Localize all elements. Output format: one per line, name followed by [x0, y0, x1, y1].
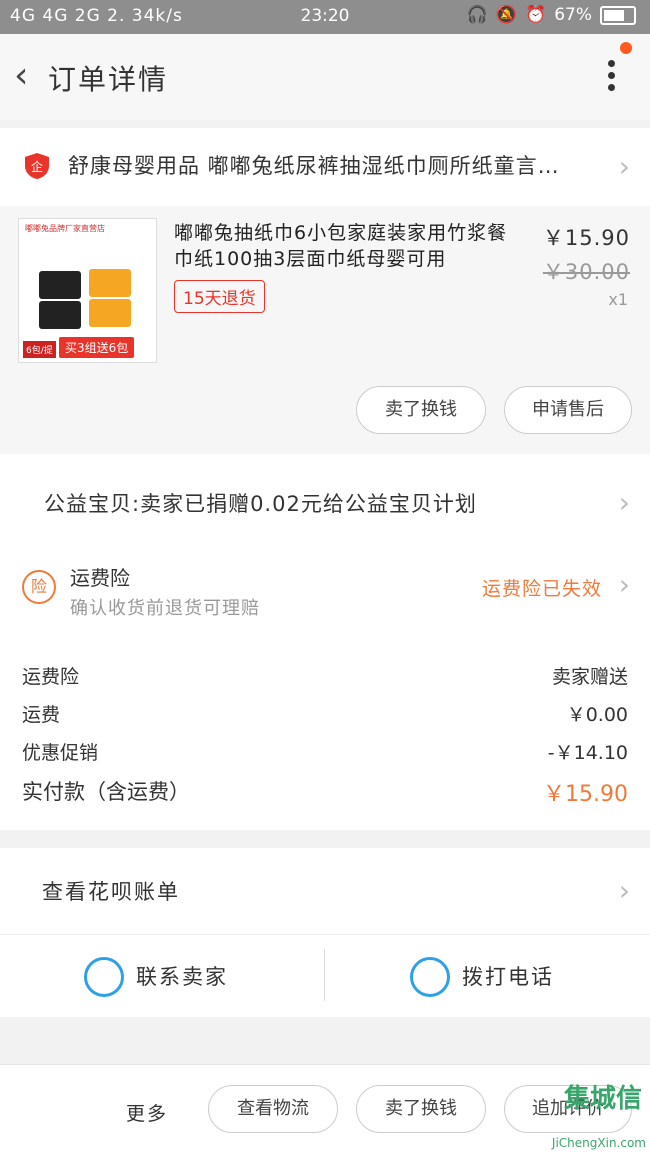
call-phone-label: 拨打电话	[462, 965, 554, 989]
tissue-pack-image	[39, 301, 81, 329]
total-value: ￥15.90	[543, 782, 628, 807]
fee-value: ￥0.00	[566, 704, 628, 726]
product-thumbnail[interactable]: 嘟嘟兔品牌厂家直营店 6包/提 买3组送6包	[18, 218, 157, 363]
notification-dot	[620, 42, 632, 54]
shop-row[interactable]: 企 舒康母婴用品 嘟嘟兔纸尿裤抽湿纸巾厕所纸童言… ›	[0, 128, 650, 207]
return-tag: 15天退货	[174, 280, 265, 313]
insurance-icon: 险	[22, 570, 56, 604]
thumb-promo: 买3组送6包	[59, 337, 135, 358]
shop-name: 舒康母婴用品 嘟嘟兔纸尿裤抽湿纸巾厕所纸童言…	[68, 154, 560, 178]
product-original-price: ￥30.00	[542, 260, 630, 284]
chevron-right-icon: ›	[618, 874, 630, 907]
tissue-pack-image	[39, 271, 81, 299]
fee-row: 运费险 卖家赠送	[22, 662, 628, 689]
phone-icon	[410, 957, 450, 997]
fee-value: 卖家赠送	[551, 666, 628, 688]
shipping-insurance-row[interactable]: 险 运费险 确认收货前退货可理赔 运费险已失效 ›	[0, 554, 650, 634]
after-sale-button[interactable]: 申请售后	[504, 386, 632, 434]
fee-row: 运费 ￥0.00	[22, 700, 628, 727]
watermark-url: JiChengXin.com	[551, 1136, 646, 1150]
insurance-status: 运费险已失效	[481, 578, 602, 600]
sell-button[interactable]: 卖了换钱	[356, 386, 486, 434]
contact-seller-label: 联系卖家	[136, 965, 228, 989]
huabei-bill-row[interactable]: 查看花呗账单 ›	[0, 848, 650, 934]
back-icon[interactable]: ‹	[14, 58, 28, 94]
charity-row[interactable]: 公益宝贝:卖家已捐赠0.02元给公益宝贝计划 ›	[0, 454, 650, 554]
product-quantity: x1	[608, 290, 628, 309]
insurance-subtitle: 确认收货前退货可理赔	[70, 598, 260, 619]
product-price: ￥15.90	[542, 226, 630, 250]
headset-icon: 🎧	[466, 5, 488, 25]
battery-percent: 67%	[554, 5, 592, 25]
fee-label: 运费	[22, 704, 61, 726]
alarm-icon: ⏰	[525, 5, 547, 25]
mute-icon: 🔕	[495, 5, 518, 25]
svg-text:企: 企	[31, 159, 43, 174]
fee-summary: 运费险 卖家赠送 运费 ￥0.00 优惠促销 -￥14.10 实付款（含运费） …	[0, 634, 650, 830]
enterprise-shield-icon: 企	[25, 153, 49, 179]
tissue-pack-image	[89, 269, 131, 297]
status-bar: 4G 4G 2G 2. 34k/s 23:20 🎧 🔕 ⏰ 67%	[0, 0, 650, 34]
more-button[interactable]: 更多	[126, 1099, 168, 1126]
thumb-badge: 6包/提	[23, 341, 56, 358]
total-row: 实付款（含运费） ￥15.90	[22, 776, 628, 807]
battery-icon	[600, 5, 636, 25]
product-card[interactable]: 嘟嘟兔品牌厂家直营店 6包/提 买3组送6包 嘟嘟兔抽纸巾6小包家庭装家用竹浆餐…	[0, 206, 650, 454]
fee-row: 优惠促销 -￥14.10	[22, 738, 628, 765]
insurance-title: 运费险	[70, 566, 130, 590]
chevron-right-icon: ›	[618, 486, 630, 519]
fee-label: 优惠促销	[22, 742, 99, 764]
sell-button[interactable]: 卖了换钱	[356, 1085, 486, 1133]
thumb-header: 嘟嘟兔品牌厂家直营店	[25, 224, 105, 233]
header: ‹ 订单详情	[0, 34, 650, 120]
chat-face-icon	[84, 957, 124, 997]
chevron-right-icon: ›	[618, 150, 630, 183]
divider	[324, 949, 325, 1001]
tissue-pack-image	[89, 299, 131, 327]
status-icons: 🎧 🔕 ⏰ 67%	[467, 5, 636, 25]
huabei-text: 查看花呗账单	[42, 880, 180, 904]
more-menu-icon[interactable]	[608, 60, 616, 96]
fee-label: 运费险	[22, 666, 80, 688]
total-label: 实付款（含运费）	[22, 780, 190, 804]
view-logistics-button[interactable]: 查看物流	[208, 1085, 338, 1133]
fee-value: -￥14.10	[547, 742, 628, 764]
watermark-logo: 集城信	[563, 1084, 642, 1114]
product-title[interactable]: 嘟嘟兔抽纸巾6小包家庭装家用竹浆餐巾纸100抽3层面巾纸母婴可用	[174, 220, 524, 272]
chevron-right-icon: ›	[618, 568, 630, 601]
page-title: 订单详情	[48, 63, 169, 96]
contact-bar: 联系卖家 拨打电话	[0, 934, 650, 1017]
charity-text: 公益宝贝:卖家已捐赠0.02元给公益宝贝计划	[44, 492, 477, 516]
